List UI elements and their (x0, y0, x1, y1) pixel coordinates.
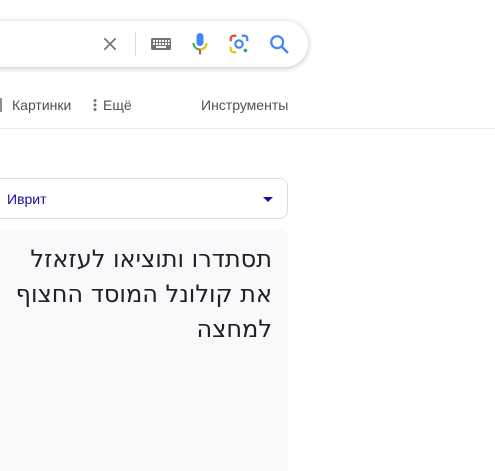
translation-result-card: תסתדרו ותוציאו לעזאזל את קולונל המוסד הח… (0, 230, 288, 471)
tab-tools[interactable]: Инструменты (201, 97, 288, 113)
target-language-label: Иврит (7, 191, 47, 207)
tab-more[interactable]: Ещё (93, 97, 132, 113)
tab-more-label: Ещё (103, 97, 132, 113)
search-tabs: Картинки Ещё Инструменты (0, 91, 495, 121)
keyboard-icon[interactable] (149, 21, 173, 67)
microphone-icon[interactable] (188, 21, 212, 67)
tab-images[interactable]: Картинки (0, 97, 71, 113)
images-icon (0, 98, 2, 112)
more-vert-icon (93, 99, 97, 111)
tabs-divider (0, 128, 495, 129)
tab-images-label: Картинки (12, 97, 72, 113)
search-bar-divider (135, 32, 136, 56)
search-bar[interactable] (0, 21, 308, 67)
translation-result-text: תסתדרו ותוציאו לעזאזל את קולונל המוסד הח… (15, 245, 272, 343)
google-search-results-page: Картинки Ещё Инструменты Иврит תסתדרו ות… (0, 0, 495, 471)
close-icon[interactable] (98, 21, 122, 67)
target-language-select[interactable]: Иврит (0, 178, 288, 219)
google-lens-icon[interactable] (227, 21, 251, 67)
tab-tools-label: Инструменты (201, 97, 289, 113)
search-icon[interactable] (267, 21, 291, 67)
dropdown-arrow-icon (263, 197, 273, 202)
